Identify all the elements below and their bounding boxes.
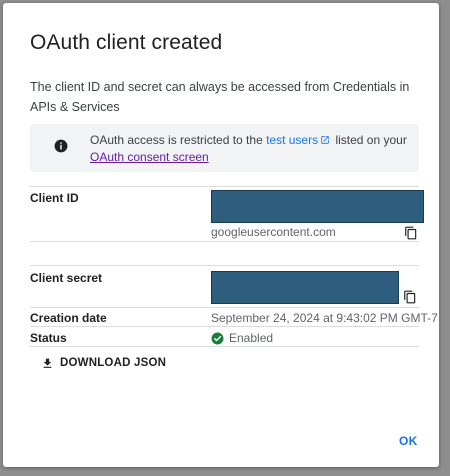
dialog-title: OAuth client created [30,31,223,54]
dialog-description: The client ID and secret can always be a… [30,80,410,114]
ok-button[interactable]: OK [399,434,418,448]
notice-text: OAuth access is restricted to the test u… [90,132,410,166]
copy-client-secret-icon[interactable] [403,290,417,304]
client-id-value-suffix: googleusercontent.com [211,225,336,239]
open-in-new-icon [321,136,329,144]
creation-date-value: September 24, 2024 at 9:43:02 PM GMT-7 [211,311,438,325]
status-badge: Enabled [211,331,273,345]
download-json-label: DOWNLOAD JSON [60,357,167,369]
download-icon [43,358,52,368]
notice-text-after: listed on your [332,133,407,147]
divider [30,186,419,187]
oauth-consent-screen-link[interactable]: OAuth consent screen [90,150,209,164]
client-secret-redacted [211,271,399,304]
divider [30,307,419,308]
divider [30,346,419,347]
test-users-notice: OAuth access is restricted to the test u… [30,124,419,172]
download-json-button[interactable]: DOWNLOAD JSON [41,353,166,373]
divider [30,326,419,327]
check-circle-icon [211,332,224,344]
status-label: Status [30,331,67,345]
client-id-label: Client ID [30,191,79,205]
divider [30,241,419,242]
copy-client-id-icon[interactable] [404,226,418,240]
notice-text-before: OAuth access is restricted to the [90,133,267,147]
creation-date-label: Creation date [30,311,107,325]
status-value: Enabled [229,331,274,345]
oauth-client-created-dialog: OAuth client created The client ID and s… [3,3,439,467]
divider [30,265,419,266]
info-icon [54,139,68,153]
client-secret-label: Client secret [30,271,103,285]
test-users-link[interactable]: test users [266,133,318,147]
client-id-redacted [211,190,424,223]
